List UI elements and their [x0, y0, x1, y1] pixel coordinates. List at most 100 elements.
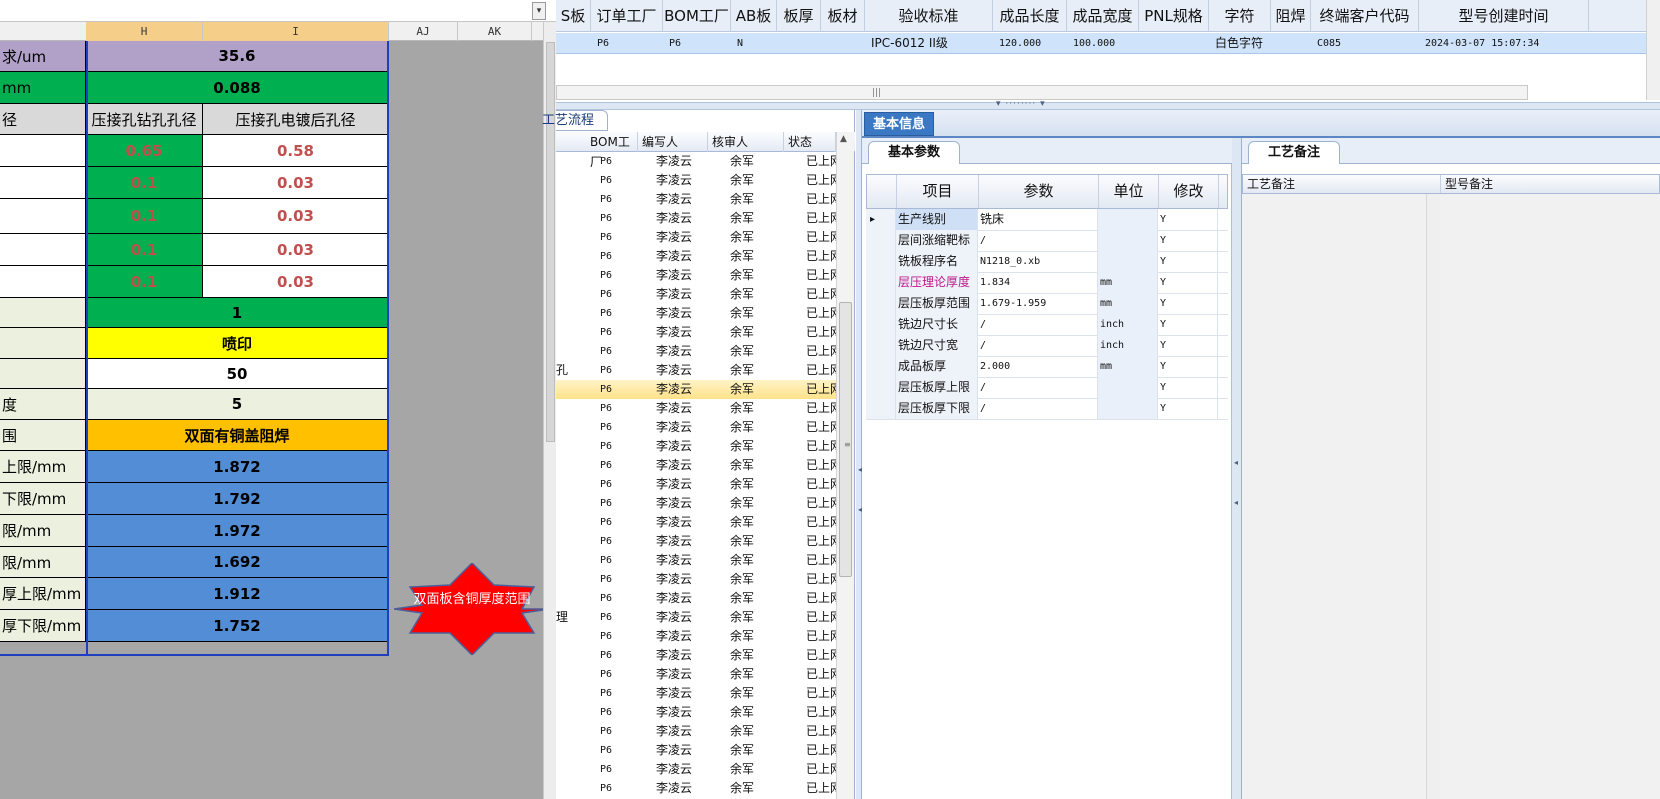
model-col-header[interactable]: 成品宽度	[1067, 0, 1139, 32]
model-cell[interactable]	[562, 33, 591, 54]
model-cell[interactable]: 2024-03-07 15:07:34	[1425, 33, 1589, 54]
sheet-cell-i[interactable]: 0.03	[203, 234, 389, 266]
sheet-cell-h[interactable]: 0.1	[86, 266, 203, 298]
process-row[interactable]: P6 李凌云 余军 已上网	[556, 437, 836, 456]
sheet-merged-value-cell[interactable]: 0.088	[86, 72, 389, 104]
process-row[interactable]: P6 李凌云 余军 已上网	[556, 513, 836, 532]
sheet-merged-value-cell[interactable]: 1.872	[86, 451, 389, 483]
param-value[interactable]: /	[978, 314, 1098, 335]
sheet-merged-value-cell[interactable]: 1.692	[86, 547, 389, 578]
sheet-label-cell[interactable]	[0, 266, 86, 298]
param-row[interactable]: 层压板厚范围 1.679-1.959 mm Y	[866, 293, 1228, 315]
sheet-label-cell[interactable]	[0, 234, 86, 266]
process-notes-text-area[interactable]	[1242, 194, 1440, 799]
process-row[interactable]: P6 李凌云 余军 已上网	[556, 190, 836, 209]
param-row[interactable]: 铣板程序名 N1218_0.xb Y	[866, 251, 1228, 273]
sheet-label-cell[interactable]: 下限/mm	[0, 483, 86, 515]
param-modify-flag[interactable]: Y	[1158, 356, 1218, 377]
tab-process-flow[interactable]: 工艺流程	[542, 110, 608, 131]
model-cell[interactable]: IPC-6012 II级	[871, 33, 993, 54]
model-cell[interactable]	[783, 33, 821, 54]
param-value[interactable]: 1.679-1.959	[978, 293, 1098, 314]
sheet-label-cell[interactable]	[0, 167, 86, 199]
process-row[interactable]: P6 李凌云 余军 已上网	[556, 456, 836, 475]
process-row[interactable]: P6 李凌云 余军 已上网	[556, 589, 836, 608]
model-col-header[interactable]: 阻焊	[1271, 0, 1311, 32]
process-scroll-thumb[interactable]: ≡	[839, 302, 852, 577]
process-row[interactable]: P6 李凌云 余军 已上网	[556, 532, 836, 551]
sheet-merged-value-cell[interactable]: 5	[86, 389, 389, 420]
param-row[interactable]: 铣边尺寸宽 / inch Y	[866, 335, 1228, 357]
col-param[interactable]: 参数	[979, 175, 1099, 208]
sheet-label-cell[interactable]: 径	[0, 104, 86, 135]
param-value[interactable]: N1218_0.xb	[978, 251, 1098, 272]
model-cell[interactable]: N	[737, 33, 777, 54]
sheet-label-cell[interactable]: 厚下限/mm	[0, 610, 86, 642]
model-col-header[interactable]: S板	[556, 0, 591, 32]
col-writer[interactable]: 编写人	[638, 132, 708, 152]
process-row[interactable]: P6 李凌云 余军 已上网	[556, 209, 836, 228]
process-row[interactable]: P6 李凌云 余军 已上网	[556, 494, 836, 513]
col-item[interactable]: 项目	[897, 175, 979, 208]
model-table-row-selected[interactable]: P6 P6 N IPC-6012 II级 120.000 100.000 白色字符 C085 2…	[556, 33, 1660, 54]
model-col-header[interactable]: BOM工厂	[663, 0, 731, 32]
model-col-header[interactable]: 型号创建时间	[1419, 0, 1589, 32]
param-modify-flag[interactable]: Y	[1158, 230, 1218, 251]
process-row[interactable]: P6 李凌云 余军 已上网	[556, 684, 836, 703]
sheet-merged-value-cell[interactable]: 1.752	[86, 610, 389, 642]
process-row[interactable]: P6 李凌云 余军 已上网	[556, 247, 836, 266]
model-table-hscroll[interactable]: |||	[556, 85, 1528, 100]
process-row[interactable]: P6 李凌云 余军 已上网	[556, 266, 836, 285]
param-row[interactable]: 层压理论厚度 1.834 mm Y	[866, 272, 1228, 294]
sheet-merged-value-cell[interactable]: 35.6	[86, 41, 389, 72]
param-row[interactable]: 铣边尺寸长 / inch Y	[866, 314, 1228, 336]
model-col-header[interactable]: 板材	[821, 0, 865, 32]
sheet-scroll-thumb[interactable]	[546, 42, 555, 442]
sheet-merged-value-cell[interactable]: 1.912	[86, 578, 389, 610]
param-row[interactable]: 层间涨缩靶标 / Y	[866, 230, 1228, 252]
param-modify-flag[interactable]: Y	[1158, 251, 1218, 272]
scroll-up-icon[interactable]: ▲	[840, 134, 847, 144]
sheet-label-cell[interactable]: 上限/mm	[0, 451, 86, 483]
process-row[interactable]: P6 李凌云 余军 已上网	[556, 152, 836, 171]
model-notes-text-area[interactable]	[1440, 194, 1660, 799]
tab-basic-params[interactable]: 基本参数	[868, 141, 960, 164]
process-row[interactable]: P6 李凌云 余军 已上网	[556, 646, 836, 665]
sheet-cell-h[interactable]: 压接孔钻孔孔径	[86, 104, 203, 135]
col-bom-factory[interactable]: BOM工厂	[586, 132, 638, 169]
notes-vscroll[interactable]	[1426, 194, 1440, 799]
column-header-i[interactable]: I	[203, 22, 389, 41]
process-row[interactable]: P6 李凌云 余军 已上网	[556, 342, 836, 361]
model-col-header[interactable]: 成品长度	[993, 0, 1067, 32]
process-row[interactable]: P6 李凌云 余军 已上网	[556, 418, 836, 437]
model-cell[interactable]: 白色字符	[1215, 33, 1271, 54]
sheet-merged-value-cell[interactable]: 50	[86, 359, 389, 389]
param-value[interactable]: 2.000	[978, 356, 1098, 377]
param-modify-flag[interactable]: Y	[1158, 209, 1218, 230]
column-header-aj[interactable]: AJ	[389, 22, 458, 41]
sheet-label-cell[interactable]	[0, 359, 86, 389]
model-cell[interactable]	[1277, 33, 1311, 54]
param-value[interactable]: /	[978, 398, 1098, 419]
sheet-cell-i[interactable]: 0.03	[203, 266, 389, 298]
param-modify-flag[interactable]: Y	[1158, 398, 1218, 419]
model-col-header[interactable]: PNL规格	[1139, 0, 1209, 32]
process-row[interactable]: P6 李凌云 余军 已上网	[556, 665, 836, 684]
sheet-merged-value-cell[interactable]: 1.972	[86, 515, 389, 547]
model-cell[interactable]: C085	[1317, 33, 1419, 54]
sheet-cell-i[interactable]: 压接孔电镀后孔径	[203, 104, 389, 135]
formula-bar-expand-button[interactable]: ▾	[532, 2, 546, 20]
model-col-header[interactable]: AB板	[731, 0, 777, 32]
params-notes-splitter[interactable]: ◂ ◂	[1232, 138, 1242, 799]
col-status[interactable]: 状态	[784, 132, 836, 152]
param-modify-flag[interactable]: Y	[1158, 293, 1218, 314]
col-modify[interactable]: 修改	[1159, 175, 1219, 208]
tab-basic-info[interactable]: 基本信息	[864, 112, 934, 136]
sheet-cell-i[interactable]: 0.58	[203, 135, 389, 167]
process-row[interactable]: P6 李凌云 余军 已上网	[556, 741, 836, 760]
sheet-label-cell[interactable]	[0, 135, 86, 167]
sheet-label-cell[interactable]: 围	[0, 420, 86, 451]
col-model-notes[interactable]: 型号备注	[1441, 175, 1659, 193]
model-table-vscroll[interactable]	[1646, 0, 1660, 100]
process-row[interactable]: P6 李凌云 余军 已上网	[556, 779, 836, 798]
